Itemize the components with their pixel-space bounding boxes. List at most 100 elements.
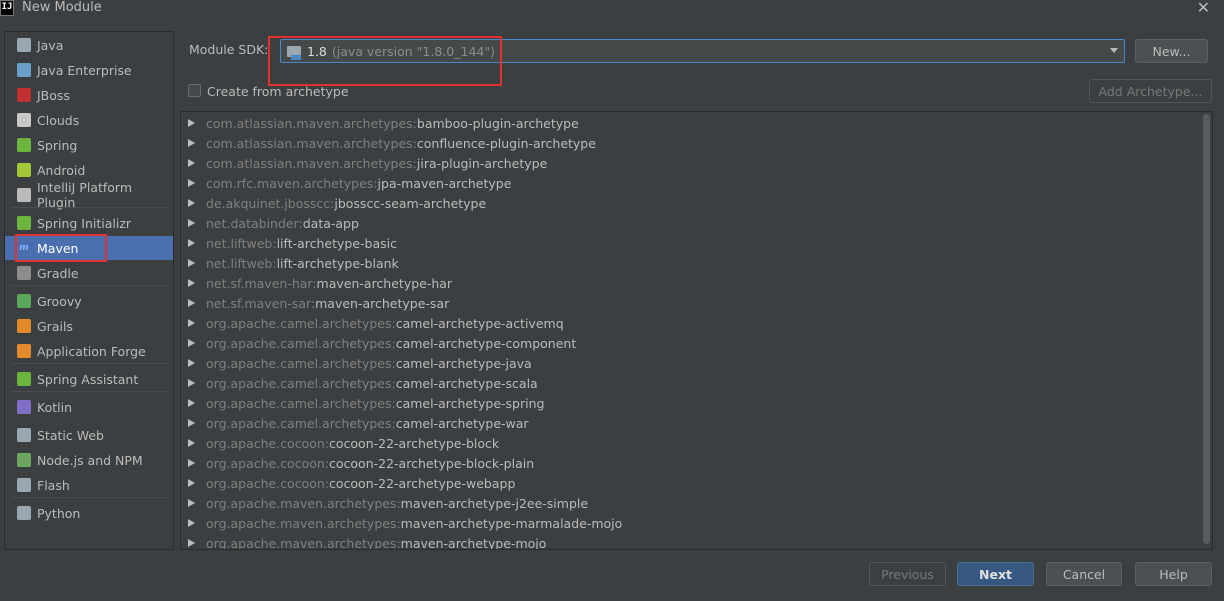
archetype-group-id: net.sf.maven-sar:: [206, 295, 316, 311]
expand-triangle-icon[interactable]: [188, 519, 195, 527]
sidebar-item-label: Flash: [37, 477, 70, 493]
archetype-row[interactable]: org.apache.camel.archetypes: camel-archet…: [181, 353, 1199, 373]
expand-triangle-icon[interactable]: [188, 479, 195, 487]
cancel-button[interactable]: Cancel: [1046, 562, 1122, 586]
expand-triangle-icon[interactable]: [188, 399, 195, 407]
sidebar-item-spring[interactable]: Spring: [5, 133, 173, 157]
chevron-down-icon[interactable]: [1110, 48, 1118, 53]
archetype-row[interactable]: org.apache.cocoon: cocoon-22-archetype-bl…: [181, 433, 1199, 453]
archetype-row[interactable]: org.apache.camel.archetypes: camel-archet…: [181, 333, 1199, 353]
sidebar-item-python[interactable]: Python: [5, 501, 173, 525]
sidebar-item-label: Gradle: [37, 265, 79, 281]
archetype-row[interactable]: org.apache.maven.archetypes: maven-archet…: [181, 513, 1199, 533]
archetype-row[interactable]: com.rfc.maven.archetypes: jpa-maven-arche…: [181, 173, 1199, 193]
expand-triangle-icon[interactable]: [188, 439, 195, 447]
folder-icon: [17, 38, 31, 52]
archetype-row[interactable]: com.atlassian.maven.archetypes: confluenc…: [181, 133, 1199, 153]
sidebar-item-kotlin[interactable]: Kotlin: [5, 395, 173, 419]
expand-triangle-icon[interactable]: [188, 119, 195, 127]
sidebar-item-java[interactable]: Java: [5, 33, 173, 57]
sidebar-item-java-enterprise[interactable]: Java Enterprise: [5, 58, 173, 82]
spring-leaf-icon: [17, 138, 31, 152]
archetype-row[interactable]: org.apache.cocoon: cocoon-22-archetype-we…: [181, 473, 1199, 493]
archetype-row[interactable]: com.atlassian.maven.archetypes: jira-plug…: [181, 153, 1199, 173]
expand-triangle-icon[interactable]: [188, 379, 195, 387]
previous-button[interactable]: Previous: [869, 562, 946, 586]
project-type-sidebar: Java Java Enterprise JBoss Clouds Spring Andr…: [4, 31, 174, 550]
expand-triangle-icon[interactable]: [188, 319, 195, 327]
add-archetype-button[interactable]: Add Archetype...: [1089, 79, 1212, 103]
expand-triangle-icon[interactable]: [188, 199, 195, 207]
archetype-artifact-id: jbosscc-seam-archetype: [334, 195, 487, 211]
scrollbar-track[interactable]: [1200, 112, 1212, 549]
archetype-row[interactable]: org.apache.camel.archetypes: camel-archet…: [181, 373, 1199, 393]
archetype-artifact-id: maven-archetype-har: [316, 275, 453, 291]
archetype-row[interactable]: net.sf.maven-sar: maven-archetype-sar: [181, 293, 1199, 313]
archetype-group-id: org.apache.camel.archetypes:: [206, 395, 396, 411]
expand-triangle-icon[interactable]: [188, 259, 195, 267]
plugin-icon: [17, 188, 31, 202]
archetype-group-id: net.databinder:: [206, 215, 303, 231]
sidebar-item-flash[interactable]: Flash: [5, 473, 173, 497]
sidebar-item-label: Spring Initializr: [37, 215, 132, 231]
expand-triangle-icon[interactable]: [188, 239, 195, 247]
expand-triangle-icon[interactable]: [188, 459, 195, 467]
archetype-list[interactable]: com.atlassian.maven.archetypes: bamboo-pl…: [180, 111, 1213, 550]
expand-triangle-icon[interactable]: [188, 419, 195, 427]
archetype-artifact-id: lift-archetype-blank: [276, 255, 399, 271]
expand-triangle-icon[interactable]: [188, 179, 195, 187]
next-button[interactable]: Next: [957, 562, 1034, 586]
sidebar-item-node-js-and-npm[interactable]: Node.js and NPM: [5, 448, 173, 472]
expand-triangle-icon[interactable]: [188, 279, 195, 287]
help-button[interactable]: Help: [1135, 562, 1212, 586]
sidebar-item-android[interactable]: Android: [5, 158, 173, 182]
archetype-artifact-id: cocoon-22-archetype-block-plain: [329, 455, 535, 471]
sidebar-item-clouds[interactable]: Clouds: [5, 108, 173, 132]
create-from-archetype-checkbox[interactable]: [188, 84, 201, 97]
sidebar-item-spring-initializr[interactable]: Spring Initializr: [5, 211, 173, 235]
expand-triangle-icon[interactable]: [188, 139, 195, 147]
archetype-row[interactable]: net.sf.maven-har: maven-archetype-har: [181, 273, 1199, 293]
expand-triangle-icon[interactable]: [188, 159, 195, 167]
sidebar-item-groovy[interactable]: Groovy: [5, 289, 173, 313]
expand-triangle-icon[interactable]: [188, 299, 195, 307]
nodejs-icon: [17, 453, 31, 467]
archetype-artifact-id: cocoon-22-archetype-block: [329, 435, 500, 451]
expand-triangle-icon[interactable]: [188, 339, 195, 347]
power-icon: [17, 372, 31, 386]
archetype-group-id: de.akquinet.jbosscc:: [206, 195, 335, 211]
sidebar-item-label: Kotlin: [37, 399, 72, 415]
expand-triangle-icon[interactable]: [188, 359, 195, 367]
archetype-row[interactable]: org.apache.cocoon: cocoon-22-archetype-bl…: [181, 453, 1199, 473]
scrollbar-thumb[interactable]: [1203, 114, 1210, 544]
sidebar-item-application-forge[interactable]: Application Forge: [5, 339, 173, 363]
archetype-row[interactable]: net.liftweb: lift-archetype-blank: [181, 253, 1199, 273]
sidebar-item-label: Android: [37, 162, 86, 178]
archetype-artifact-id: camel-archetype-scala: [395, 375, 538, 391]
sidebar-item-intellij-platform-plugin[interactable]: IntelliJ Platform Plugin: [5, 180, 173, 210]
archetype-row[interactable]: de.akquinet.jbosscc: jbosscc-seam-archety…: [181, 193, 1199, 213]
expand-triangle-icon[interactable]: [188, 499, 195, 507]
expand-triangle-icon[interactable]: [188, 539, 195, 547]
archetype-row[interactable]: net.liftweb: lift-archetype-basic: [181, 233, 1199, 253]
archetype-row[interactable]: com.atlassian.maven.archetypes: bamboo-pl…: [181, 113, 1199, 133]
archetype-row[interactable]: org.apache.camel.archetypes: camel-archet…: [181, 393, 1199, 413]
sidebar-item-jboss[interactable]: JBoss: [5, 83, 173, 107]
sidebar-item-spring-assistant[interactable]: Spring Assistant: [5, 367, 173, 391]
archetype-row[interactable]: net.databinder: data-app: [181, 213, 1199, 233]
archetype-row[interactable]: org.apache.camel.archetypes: camel-archet…: [181, 413, 1199, 433]
archetype-group-id: com.atlassian.maven.archetypes:: [206, 155, 417, 171]
expand-triangle-icon[interactable]: [188, 219, 195, 227]
sidebar-item-grails[interactable]: Grails: [5, 314, 173, 338]
archetype-row[interactable]: org.apache.maven.archetypes: maven-archet…: [181, 533, 1199, 550]
sidebar-item-label: Groovy: [37, 293, 82, 309]
archetype-artifact-id: lift-archetype-basic: [276, 235, 398, 251]
new-sdk-button[interactable]: New...: [1135, 39, 1208, 63]
archetype-row[interactable]: org.apache.camel.archetypes: camel-archet…: [181, 313, 1199, 333]
sidebar-item-gradle[interactable]: Gradle: [5, 261, 173, 285]
sidebar-item-static-web[interactable]: Static Web: [5, 423, 173, 447]
close-icon[interactable]: ✕: [1197, 0, 1210, 17]
archetype-artifact-id: maven-archetype-sar: [315, 295, 450, 311]
archetype-row[interactable]: org.apache.maven.archetypes: maven-archet…: [181, 493, 1199, 513]
archetype-group-id: org.apache.maven.archetypes:: [206, 535, 401, 550]
